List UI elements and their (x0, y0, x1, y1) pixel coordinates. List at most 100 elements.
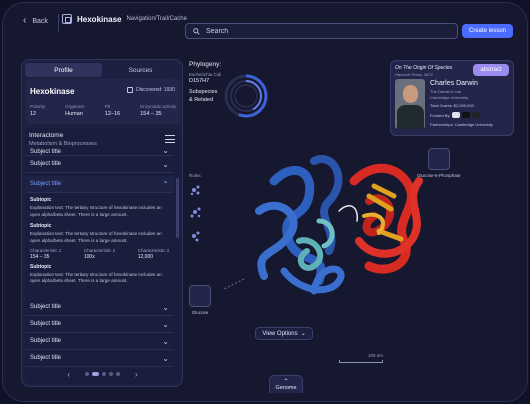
characteristic: Characteristic 1 154 – 35 (30, 248, 61, 260)
page-dot[interactable] (116, 372, 120, 376)
scale-bar: 100 nm (339, 353, 383, 363)
stat-label: Ph (104, 104, 111, 109)
list-item[interactable]: Subject title ⌄ (25, 148, 174, 156)
roles-icons (190, 185, 201, 242)
avatar (395, 79, 425, 129)
row-label: Subject title (30, 304, 62, 310)
row-label: Subject title (30, 355, 62, 361)
subspecies-label: Subspecies (189, 89, 218, 95)
row-label: Subject title (30, 321, 62, 327)
list-item-open[interactable]: Subject title ⌃ (25, 176, 174, 193)
profile-card: Hexokinase Discovered: 1930 Polarity 12 O… (25, 79, 180, 124)
page-dot[interactable] (85, 372, 89, 376)
view-options-button[interactable]: View Options ⌄ (255, 327, 313, 340)
page-title: Hexokinase (77, 14, 122, 24)
chevron-down-icon: ⌄ (162, 302, 169, 312)
tab-profile[interactable]: Profile (25, 63, 102, 77)
list-item[interactable]: Subject title ⌄ (25, 316, 174, 333)
total-grants: Total Grants: $2,500,000 (430, 103, 474, 108)
list-item[interactable]: Subject title ⌄ (25, 156, 174, 173)
scrollbar[interactable] (176, 178, 179, 238)
glucose[interactable]: Glucose (189, 285, 211, 315)
back-button[interactable]: ‹ Back (23, 16, 48, 26)
chevron-left-icon: ‹ (23, 15, 27, 26)
row-label: Subject title (30, 181, 62, 187)
stat-value: 154 – 35 (140, 111, 162, 117)
subtopic-text: Explanation text: The tertiary structure… (30, 205, 162, 217)
book-title: On The Origin Of Species (395, 65, 453, 71)
expanded-content: Subtopic Explanation text: The tertiary … (25, 193, 174, 289)
chevron-left-icon[interactable]: ‹ (67, 370, 70, 379)
molecule-icon (427, 148, 450, 170)
list-item[interactable]: Subject title ⌄ (25, 333, 174, 350)
view-options-label: View Options (262, 330, 298, 337)
interactome-panel: Interactome Metabolism & Bioprocesses Su… (25, 128, 180, 384)
chevron-down-icon: ⌄ (300, 331, 306, 337)
search-bar[interactable] (185, 23, 458, 39)
discovered: Discovered: 1930 (127, 87, 175, 93)
divider (58, 14, 59, 32)
stat-ph: Ph 12–16 (105, 104, 120, 117)
search-input[interactable] (206, 27, 436, 35)
row-label: Subject title (30, 338, 62, 344)
characteristic-label: Characteristic 3 (137, 247, 169, 253)
molecule-icon (192, 231, 200, 242)
search-icon (193, 27, 200, 35)
phylogeny-ring-chart[interactable] (221, 71, 271, 121)
back-label: Back (32, 17, 48, 25)
chevron-down-icon: ⌄ (162, 353, 169, 363)
glucose-label: Glucose (191, 310, 209, 315)
stat-value: 12–16 (104, 111, 121, 117)
species-code: D157H7 (189, 78, 210, 84)
page-dot[interactable] (102, 372, 106, 376)
stat-organism: Organism Human (65, 104, 85, 117)
breadcrumb: Hexokinase Navigation/Trail/Cache (62, 14, 187, 24)
publisher: Harcourt Press, 1872 (395, 72, 433, 77)
breadcrumb-path: Navigation/Trail/Cache (126, 16, 187, 22)
characteristic-label: Characteristic 2 (83, 247, 116, 253)
list-item[interactable]: Subject title ⌄ (25, 299, 174, 316)
abstract-button[interactable]: abstract (473, 64, 509, 76)
scale-line (339, 360, 383, 363)
phylogeny-title: Phylogeny: (189, 61, 222, 68)
characteristic-label: Characteristic 1 (30, 247, 62, 253)
left-panel: Profile Sources Hexokinase Discovered: 1… (21, 59, 183, 387)
pagination: ‹ › (25, 369, 180, 379)
author-name: Charles Darwin (430, 80, 478, 87)
partnerships: Partnerships: Cambridge University (430, 122, 493, 127)
phylogeny: Phylogeny: Escherichia Coli D157H7 Subsp… (189, 61, 221, 105)
app-window: ‹ Back Hexokinase Navigation/Trail/Cache… (2, 2, 528, 402)
menu-icon[interactable] (165, 135, 175, 143)
roles-label: Roles: (189, 173, 202, 178)
lab-line: Cambridge University (430, 94, 469, 100)
characteristic: Characteristic 3 12,000 (138, 248, 169, 260)
chevron-down-icon: ⌄ (162, 319, 169, 329)
chevron-down-icon: ⌄ (162, 148, 169, 155)
genome-label: Genome (275, 384, 297, 391)
interactome-header: Interactome Metabolism & Bioprocesses (29, 132, 97, 147)
page-dot-active[interactable] (92, 372, 99, 376)
subspecies: Subspecies & Related (189, 88, 221, 105)
scale-label: 100 nm (367, 353, 383, 358)
page-dot[interactable] (109, 372, 113, 376)
glucose-6-phosphate[interactable]: Glucose-6-Phosphate (417, 148, 461, 178)
subtopic-title: Subtopic (30, 263, 52, 270)
stat-label: Polarity (30, 104, 46, 109)
subtopic-title: Subtopic (30, 197, 52, 203)
genome-tab[interactable]: ⌃ Genome (269, 375, 303, 393)
species-label: Escherichia Coli (189, 72, 222, 77)
logo-icon (472, 112, 481, 118)
profile-stats: Polarity 12 Organism Human Ph 12–16 Enzymat… (30, 104, 176, 117)
protein-structure-3d[interactable] (219, 141, 449, 321)
discovered-text: Discovered: 1930 (136, 87, 175, 93)
funded-by: Funded By: (430, 112, 481, 118)
stat-value: 12 (30, 111, 37, 117)
create-lesson-button[interactable]: Create lesson (462, 24, 513, 38)
row-label: Subject title (30, 149, 62, 155)
molecule-icon (190, 207, 201, 218)
roles: Roles: (189, 173, 203, 253)
list-item[interactable]: Subject title ⌄ (25, 350, 174, 367)
chevron-right-icon[interactable]: › (135, 370, 138, 379)
tab-sources[interactable]: Sources (102, 63, 179, 77)
author-card: On The Origin Of Species Harcourt Press,… (390, 60, 514, 136)
